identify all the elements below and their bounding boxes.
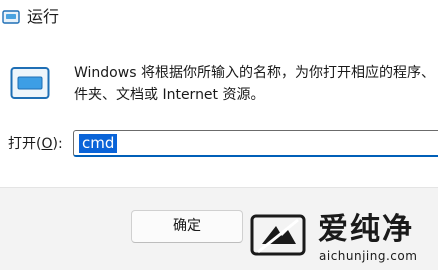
aichunjing-logo <box>250 214 306 256</box>
title-bar[interactable]: 运行 <box>0 0 438 36</box>
run-program-icon <box>10 67 50 99</box>
open-label-prefix: 打开( <box>8 136 42 152</box>
window-title: 运行 <box>27 7 60 26</box>
open-label-accelerator: O <box>41 136 53 152</box>
watermark-url: aichunjing.com <box>319 249 418 263</box>
run-dialog: 运行 Windows 将根据你所输入的名称，为你打开相应的程序、 件夹、文档或 … <box>0 0 438 270</box>
open-input[interactable]: cmd <box>73 130 438 157</box>
watermark-text: 爱纯净 <box>318 212 414 247</box>
run-description: Windows 将根据你所输入的名称，为你打开相应的程序、 件夹、文档或 Int… <box>74 65 435 103</box>
open-label: 打开(O): <box>8 133 63 155</box>
watermark: 爱纯净 aichunjing.com <box>248 208 438 269</box>
ok-button[interactable]: 确定 <box>131 210 243 243</box>
run-dialog-icon <box>2 10 20 24</box>
open-label-suffix: ): <box>52 136 63 152</box>
open-input-value[interactable]: cmd <box>79 134 118 153</box>
